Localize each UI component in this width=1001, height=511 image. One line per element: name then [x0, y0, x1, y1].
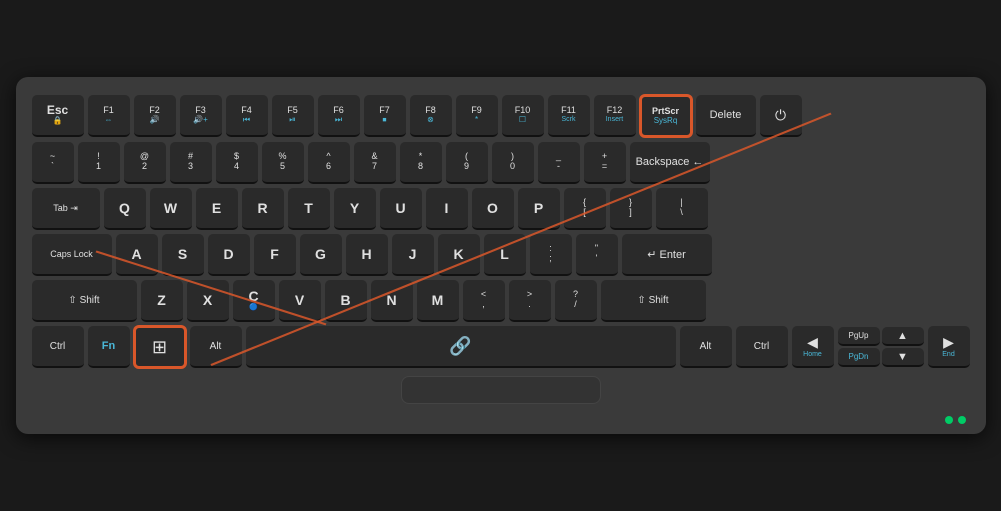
key-power[interactable]: ⏻	[760, 95, 802, 137]
key-win[interactable]: ⊞	[134, 326, 186, 368]
key-z[interactable]: Z	[141, 280, 183, 322]
key-8[interactable]: * 8	[400, 142, 442, 184]
key-slash[interactable]: ? /	[555, 280, 597, 322]
key-arrow-up[interactable]: ▲	[882, 327, 924, 346]
key-b[interactable]: B	[325, 280, 367, 322]
key-quote[interactable]: " '	[576, 234, 618, 276]
key-o[interactable]: O	[472, 188, 514, 230]
key-s[interactable]: S	[162, 234, 204, 276]
shift-key-row: ⇧ Shift Z X C 🔵 V B N M < , > . ? / ⇧ Sh…	[32, 280, 970, 322]
key-backslash[interactable]: | \	[656, 188, 708, 230]
qwerty-key-row: Tab ⇥ Q W E R T Y U I O P { [ } ] | \	[32, 188, 970, 230]
key-2[interactable]: @ 2	[124, 142, 166, 184]
key-pgdn[interactable]: PgDn	[838, 348, 880, 367]
key-v[interactable]: V	[279, 280, 321, 322]
key-g[interactable]: G	[300, 234, 342, 276]
key-l[interactable]: L	[484, 234, 526, 276]
key-k[interactable]: K	[438, 234, 480, 276]
key-period[interactable]: > .	[509, 280, 551, 322]
home-key-row: Caps Lock A S D F G H J K L : ; " ' ↵ En…	[32, 234, 970, 276]
key-3[interactable]: # 3	[170, 142, 212, 184]
key-i[interactable]: I	[426, 188, 468, 230]
key-h[interactable]: H	[346, 234, 388, 276]
key-5[interactable]: % 5	[262, 142, 304, 184]
key-delete[interactable]: Delete	[696, 95, 756, 137]
fn-key-row: Esc 🔒 F1 ⇔ F2 🔊 F3 🔊+ F4 ⏮ F5 ⏯ F6 ⏭ F7	[32, 95, 970, 137]
key-arrow-right[interactable]: ▶ End	[928, 326, 970, 368]
key-space[interactable]: 🔗	[246, 326, 676, 368]
key-q[interactable]: Q	[104, 188, 146, 230]
key-n[interactable]: N	[371, 280, 413, 322]
key-f2[interactable]: F2 🔊	[134, 95, 176, 137]
touchpad[interactable]	[401, 376, 601, 404]
key-backspace[interactable]: Backspace ←	[630, 142, 710, 184]
key-pgup[interactable]: PgUp	[838, 327, 880, 346]
key-capslock[interactable]: Caps Lock	[32, 234, 112, 276]
key-e[interactable]: E	[196, 188, 238, 230]
key-f12[interactable]: F12 Insert	[594, 95, 636, 137]
key-ctrl-left[interactable]: Ctrl	[32, 326, 84, 368]
key-f1[interactable]: F1 ⇔	[88, 95, 130, 137]
key-f5[interactable]: F5 ⏯	[272, 95, 314, 137]
key-y[interactable]: Y	[334, 188, 376, 230]
bottom-key-row: Ctrl Fn ⊞ Alt 🔗 Alt Ctrl ◀ Home PgU	[32, 326, 970, 368]
key-arrow-left[interactable]: ◀ Home	[792, 326, 834, 368]
key-comma[interactable]: < ,	[463, 280, 505, 322]
key-f4[interactable]: F4 ⏮	[226, 95, 268, 137]
key-semicolon[interactable]: : ;	[530, 234, 572, 276]
key-alt-right[interactable]: Alt	[680, 326, 732, 368]
key-f10[interactable]: F10 ☐	[502, 95, 544, 137]
key-a[interactable]: A	[116, 234, 158, 276]
key-1[interactable]: ! 1	[78, 142, 120, 184]
key-f6[interactable]: F6 ⏭	[318, 95, 360, 137]
key-alt-left[interactable]: Alt	[190, 326, 242, 368]
key-f3[interactable]: F3 🔊+	[180, 95, 222, 137]
key-9[interactable]: ( 9	[446, 142, 488, 184]
key-shift-right[interactable]: ⇧ Shift	[601, 280, 706, 322]
key-backtick[interactable]: ~ `	[32, 142, 74, 184]
arrow-pgupdn-cluster: PgUp ▲ PgDn ▼	[838, 327, 924, 367]
key-j[interactable]: J	[392, 234, 434, 276]
key-p[interactable]: P	[518, 188, 560, 230]
key-rbracket[interactable]: } ]	[610, 188, 652, 230]
key-w[interactable]: W	[150, 188, 192, 230]
key-6[interactable]: ^ 6	[308, 142, 350, 184]
indicator-dot-1	[945, 416, 953, 424]
key-equals[interactable]: + =	[584, 142, 626, 184]
key-f[interactable]: F	[254, 234, 296, 276]
key-f8[interactable]: F8 ⊗	[410, 95, 452, 137]
key-7[interactable]: & 7	[354, 142, 396, 184]
key-4[interactable]: $ 4	[216, 142, 258, 184]
key-c[interactable]: C 🔵	[233, 280, 275, 322]
key-0[interactable]: ) 0	[492, 142, 534, 184]
key-d[interactable]: D	[208, 234, 250, 276]
key-prtscr[interactable]: PrtScr SysRq	[640, 95, 692, 137]
key-arrow-down[interactable]: ▼	[882, 348, 924, 367]
indicator-dots	[945, 416, 966, 424]
key-esc[interactable]: Esc 🔒	[32, 95, 84, 137]
key-shift-left[interactable]: ⇧ Shift	[32, 280, 137, 322]
key-f9[interactable]: F9 *	[456, 95, 498, 137]
key-f7[interactable]: F7 ⏹	[364, 95, 406, 137]
indicator-dot-2	[958, 416, 966, 424]
key-ctrl-right[interactable]: Ctrl	[736, 326, 788, 368]
key-enter[interactable]: ↵ Enter	[622, 234, 712, 276]
key-u[interactable]: U	[380, 188, 422, 230]
key-m[interactable]: M	[417, 280, 459, 322]
key-f11[interactable]: F11 Scrk	[548, 95, 590, 137]
key-x[interactable]: X	[187, 280, 229, 322]
key-fn[interactable]: Fn	[88, 326, 130, 368]
key-lbracket[interactable]: { [	[564, 188, 606, 230]
key-t[interactable]: T	[288, 188, 330, 230]
key-minus[interactable]: _ -	[538, 142, 580, 184]
key-r[interactable]: R	[242, 188, 284, 230]
key-tab[interactable]: Tab ⇥	[32, 188, 100, 230]
keyboard-container: Esc 🔒 F1 ⇔ F2 🔊 F3 🔊+ F4 ⏮ F5 ⏯ F6 ⏭ F7	[16, 77, 986, 434]
number-key-row: ~ ` ! 1 @ 2 # 3 $ 4 % 5 ^ 6 & 7	[32, 142, 970, 184]
